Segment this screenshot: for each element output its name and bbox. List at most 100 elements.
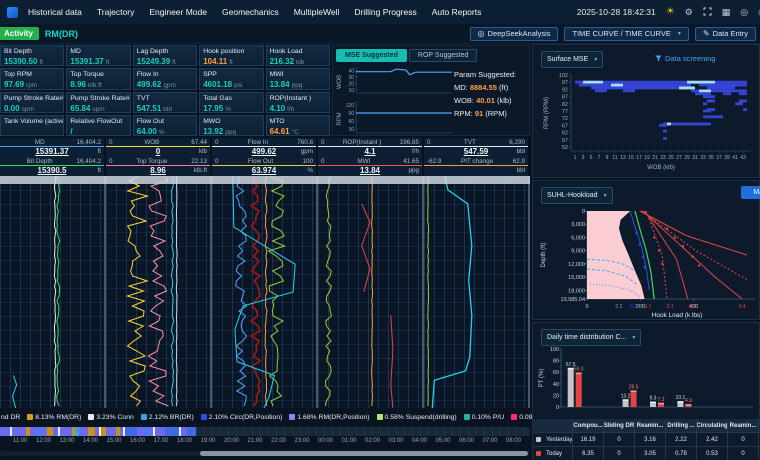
svg-text:39: 39 bbox=[724, 155, 730, 161]
svg-text:59.3: 59.3 bbox=[574, 367, 584, 373]
pencil-icon: ✎ bbox=[703, 29, 710, 38]
svg-text:Hook Load (k lbs): Hook Load (k lbs) bbox=[652, 312, 703, 319]
param-cell: Total Gas17.95% bbox=[199, 92, 263, 113]
track-chart bbox=[424, 176, 528, 408]
param-cell: Tank Volume (active) bbox=[0, 115, 64, 136]
table-header-cell bbox=[533, 419, 573, 432]
table-cell: 16.19 bbox=[573, 433, 604, 446]
time-label: 13:00 bbox=[59, 438, 74, 444]
hookload-chart: Depth (ft)03,0006,0009,00012,00015,00018… bbox=[535, 205, 757, 319]
right-column: Surface MSE▾ Data screening RPM (RPM)102… bbox=[532, 44, 760, 460]
deepseek-analysis-button[interactable]: ◎ DeepSeekAnalysis bbox=[470, 27, 559, 41]
svg-text:Depth (ft): Depth (ft) bbox=[541, 242, 547, 267]
legend-swatch bbox=[511, 414, 517, 420]
datetime: 2025-10-28 18:42:31 bbox=[577, 7, 656, 17]
fullscreen-icon[interactable] bbox=[703, 7, 712, 18]
manual-button[interactable]: Man bbox=[741, 186, 760, 199]
depth-marker-band[interactable] bbox=[0, 176, 530, 184]
tracks-charts bbox=[0, 176, 530, 408]
param-cell: Top Torque8.96klb.ft bbox=[66, 68, 130, 89]
grid-icon[interactable]: ▦ bbox=[722, 7, 731, 17]
param-cell: Top RPM97.69rpm bbox=[0, 68, 64, 89]
svg-text:0: 0 bbox=[556, 405, 559, 411]
tab-rop-suggested[interactable]: ROP Suggested bbox=[409, 49, 477, 62]
legend-item[interactable]: 3.23% Conn bbox=[88, 414, 133, 421]
svg-text:9,000: 9,000 bbox=[571, 249, 585, 255]
hookload-panel: SUHL-Hookload▾ Man Depth (ft)03,0006,000… bbox=[532, 180, 760, 320]
nav-item[interactable]: Historical data bbox=[28, 7, 82, 17]
legend-item[interactable]: 8.13% RM(DR) bbox=[27, 414, 81, 421]
svg-text:18,000: 18,000 bbox=[568, 288, 585, 294]
timeline-strip[interactable] bbox=[0, 427, 530, 436]
filter-icon bbox=[655, 55, 662, 62]
svg-text:3,000: 3,000 bbox=[571, 222, 585, 228]
timeline-segment bbox=[165, 427, 179, 436]
param-cell: MWO13.92ppg bbox=[199, 115, 263, 136]
timeline-segment bbox=[12, 427, 26, 436]
scrollbar-thumb[interactable] bbox=[200, 451, 528, 456]
timeline-segment bbox=[125, 427, 137, 436]
suggested-param-row: RPM: 91 (RPM) bbox=[454, 107, 526, 120]
time-label: 15:00 bbox=[106, 438, 121, 444]
theme-sun-icon[interactable]: ☀ bbox=[666, 7, 675, 17]
curve-mode-select[interactable]: TIME CURVE / TIME CURVE ▾ bbox=[564, 27, 688, 41]
time-label: 21:00 bbox=[247, 438, 262, 444]
surface-mse-select[interactable]: Surface MSE▾ bbox=[541, 51, 603, 68]
timeline-empty bbox=[196, 427, 530, 436]
time-label: 00:00 bbox=[318, 438, 333, 444]
timeline-segment bbox=[79, 427, 88, 436]
nav-item[interactable]: Trajectory bbox=[97, 7, 134, 17]
svg-text:40: 40 bbox=[553, 382, 559, 388]
svg-text:0.3: 0.3 bbox=[630, 304, 637, 310]
legend-item[interactable]: 1.68% RM(DR,Position) bbox=[289, 414, 369, 421]
time-label: 01:00 bbox=[341, 438, 356, 444]
data-screening-link[interactable]: Data screening bbox=[655, 54, 715, 63]
target-icon[interactable]: ◎ bbox=[740, 7, 748, 17]
activity-badge: Activity bbox=[0, 27, 39, 40]
svg-text:6,000: 6,000 bbox=[571, 235, 585, 241]
chevron-down-icon: ▾ bbox=[632, 334, 635, 341]
legend-item[interactable]: 0.58% Suspend(drilling) bbox=[377, 414, 457, 421]
svg-text:57: 57 bbox=[562, 138, 568, 144]
daily-distribution-select[interactable]: Daily time distribution C...▾ bbox=[541, 329, 641, 346]
time-label: 16:00 bbox=[130, 438, 145, 444]
svg-text:60: 60 bbox=[553, 370, 559, 376]
timeline-segment bbox=[106, 427, 116, 436]
legend-item[interactable]: 2.10% Circ(DR,Position) bbox=[201, 414, 283, 421]
timeline-segment bbox=[187, 427, 196, 436]
legend-item[interactable]: 0.10% P/U bbox=[464, 414, 505, 421]
hookload-select[interactable]: SUHL-Hookload▾ bbox=[541, 187, 613, 204]
svg-text:0.4: 0.4 bbox=[739, 304, 746, 310]
legend-row: nd DR8.13% RM(DR)3.23% Conn2.12% BR(DR)2… bbox=[0, 410, 543, 424]
svg-text:WOB (klb): WOB (klb) bbox=[647, 165, 675, 171]
table-cell: 0.53 bbox=[697, 447, 728, 460]
chevron-down-icon: ▾ bbox=[604, 192, 607, 199]
param-cell: Flow In499.62gpm bbox=[133, 68, 197, 89]
nav-item[interactable]: Drilling Progress bbox=[354, 7, 416, 17]
table-cell: 0 bbox=[728, 433, 759, 446]
timeline-segment bbox=[60, 427, 72, 436]
table-row: Yesterday16.1903.162.222.420 bbox=[533, 433, 760, 447]
table-header-cell: Reamin... bbox=[635, 419, 666, 432]
time-label: 23:00 bbox=[294, 438, 309, 444]
track-chart bbox=[0, 176, 104, 408]
svg-text:23: 23 bbox=[660, 155, 666, 161]
svg-text:1: 1 bbox=[574, 155, 577, 161]
tab-mse-suggested[interactable]: MSE Suggested bbox=[336, 49, 407, 62]
svg-text:102: 102 bbox=[559, 73, 568, 79]
svg-text:0.2: 0.2 bbox=[616, 304, 623, 310]
nav-item[interactable]: Engineer Mode bbox=[149, 7, 207, 17]
table-row: Today6.3503.050.780.530 bbox=[533, 447, 760, 460]
nav-item[interactable]: MultipleWell bbox=[294, 7, 340, 17]
track-chart bbox=[318, 176, 422, 408]
svg-text:19,985.04: 19,985.04 bbox=[561, 297, 585, 303]
data-entry-button[interactable]: ✎ Data Entry bbox=[695, 27, 756, 41]
svg-text:17: 17 bbox=[636, 155, 642, 161]
nav-item[interactable]: Auto Reports bbox=[432, 7, 482, 17]
table-cell: 3.16 bbox=[635, 433, 666, 446]
table-header-cell: Sliding DR bbox=[604, 419, 635, 432]
gear-icon[interactable]: ⚙ bbox=[685, 7, 693, 17]
nav-item[interactable]: Geomechanics bbox=[222, 7, 279, 17]
subheader-actions: ◎ DeepSeekAnalysis TIME CURVE / TIME CUR… bbox=[470, 27, 756, 41]
legend-item[interactable]: 2.12% BR(DR) bbox=[141, 414, 194, 421]
